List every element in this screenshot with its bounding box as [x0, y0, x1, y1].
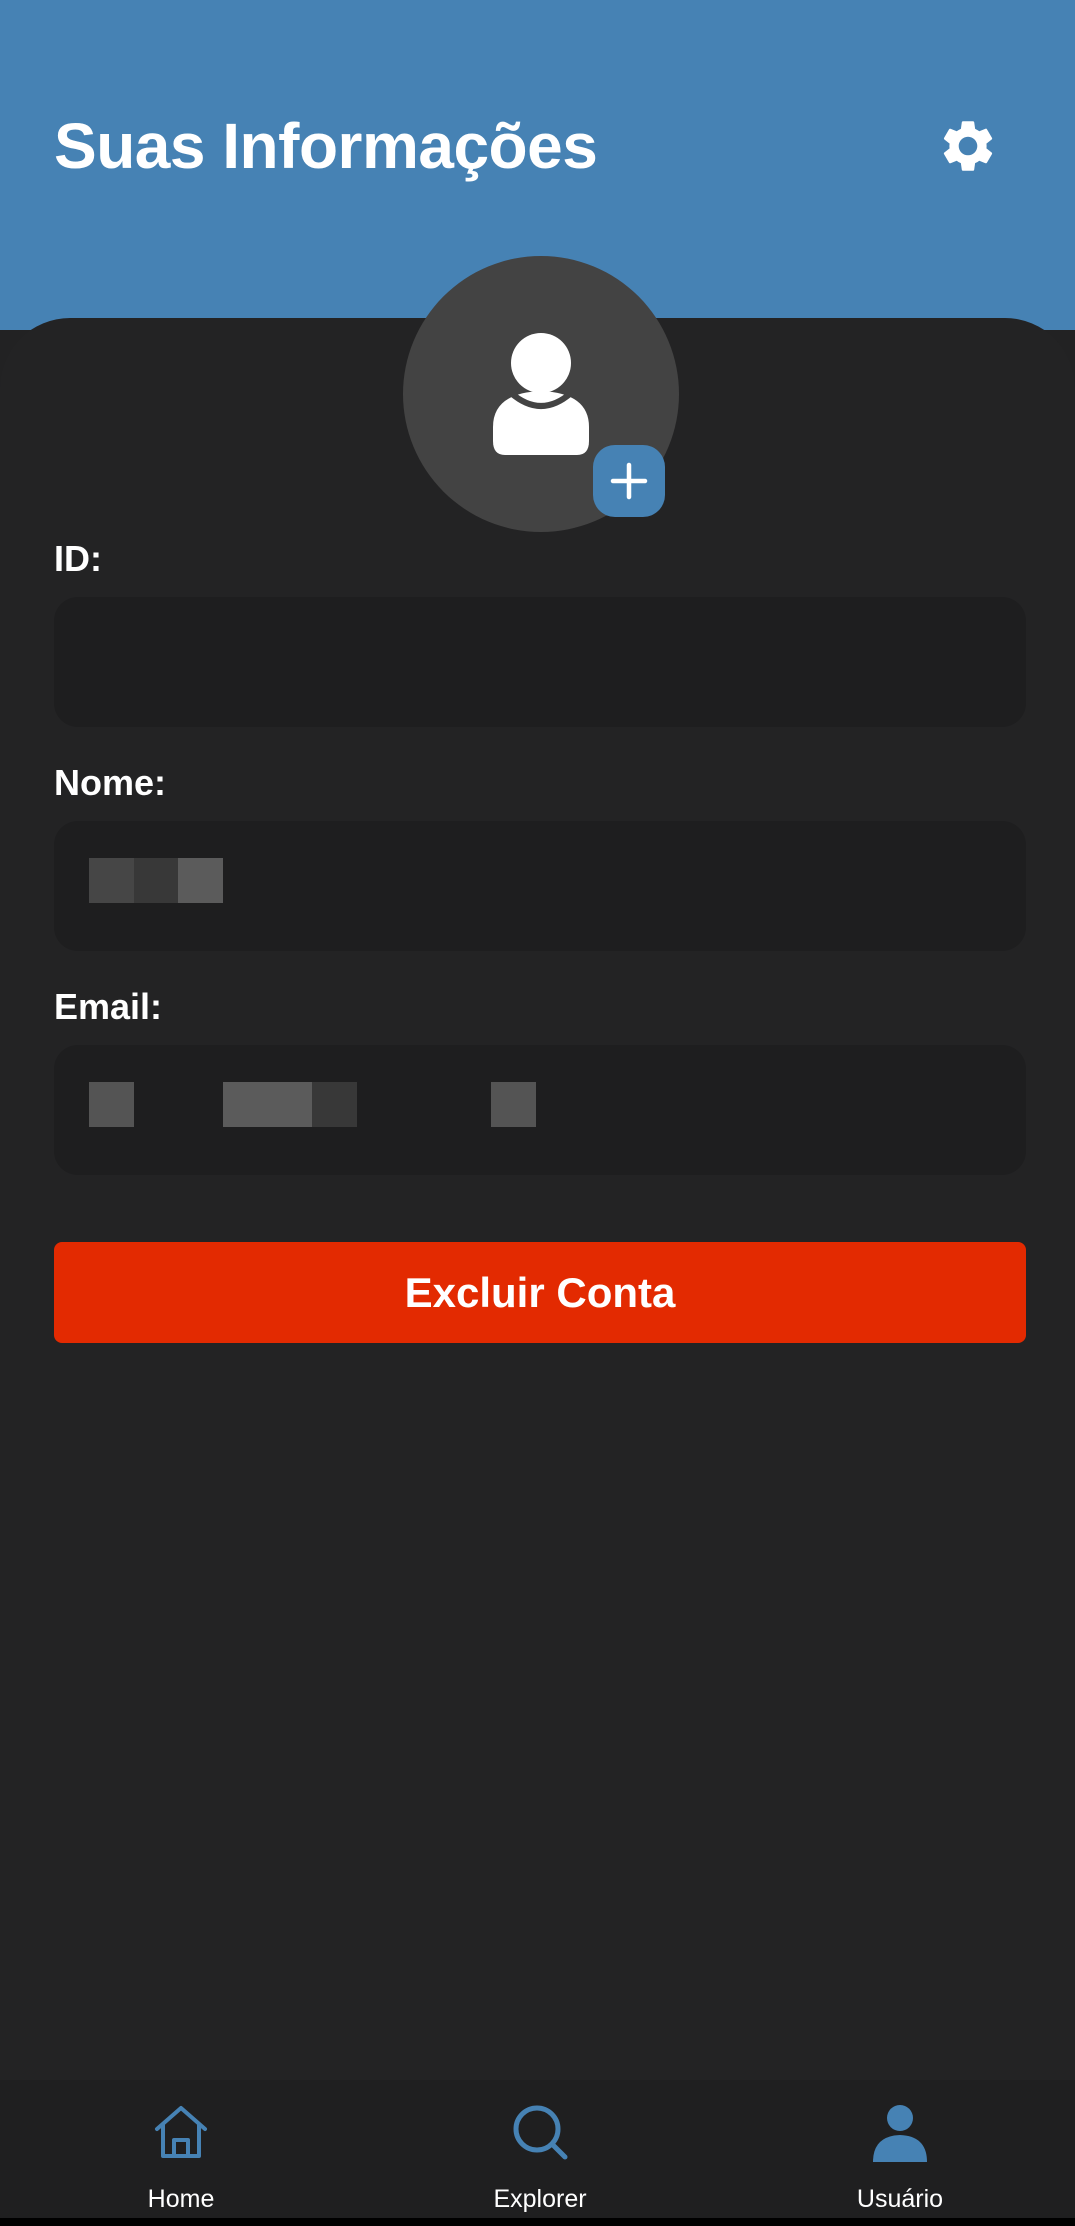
- nav-item-home[interactable]: Home: [81, 2080, 281, 2226]
- plus-icon: [610, 462, 648, 500]
- search-icon: [513, 2105, 568, 2160]
- gear-icon: [943, 121, 993, 171]
- redaction-block: [312, 1082, 357, 1127]
- bottom-nav: Home Explorer Usuário: [0, 2080, 1075, 2226]
- nav-item-explorer[interactable]: Explorer: [440, 2080, 640, 2226]
- email-label: Email:: [54, 986, 163, 1027]
- settings-button[interactable]: [930, 108, 1006, 184]
- redaction-block: [178, 858, 223, 903]
- nav-label-explorer: Explorer: [493, 2185, 587, 2213]
- id-field[interactable]: [54, 597, 1026, 727]
- redaction-block: [134, 858, 178, 903]
- redaction-block: [223, 1082, 312, 1127]
- nav-label-home: Home: [147, 2185, 215, 2213]
- id-label: ID:: [54, 538, 102, 579]
- home-icon: [155, 2106, 207, 2158]
- nav-item-usuario[interactable]: Usuário: [800, 2080, 1000, 2226]
- name-field[interactable]: [54, 821, 1026, 951]
- page-title: Suas Informações: [54, 110, 598, 182]
- user-icon: [873, 2105, 927, 2162]
- system-nav-bar: [0, 2218, 1075, 2226]
- nav-label-usuario: Usuário: [856, 2185, 944, 2213]
- add-photo-button[interactable]: [593, 445, 665, 517]
- name-label: Nome:: [54, 762, 167, 803]
- redaction-block: [89, 1082, 134, 1127]
- redaction-block: [89, 858, 134, 903]
- user-icon: [493, 333, 589, 455]
- email-field[interactable]: [54, 1045, 1026, 1175]
- delete-account-button[interactable]: Excluir Conta: [54, 1242, 1026, 1343]
- profile-panel: [0, 318, 1075, 2080]
- redaction-block: [491, 1082, 536, 1127]
